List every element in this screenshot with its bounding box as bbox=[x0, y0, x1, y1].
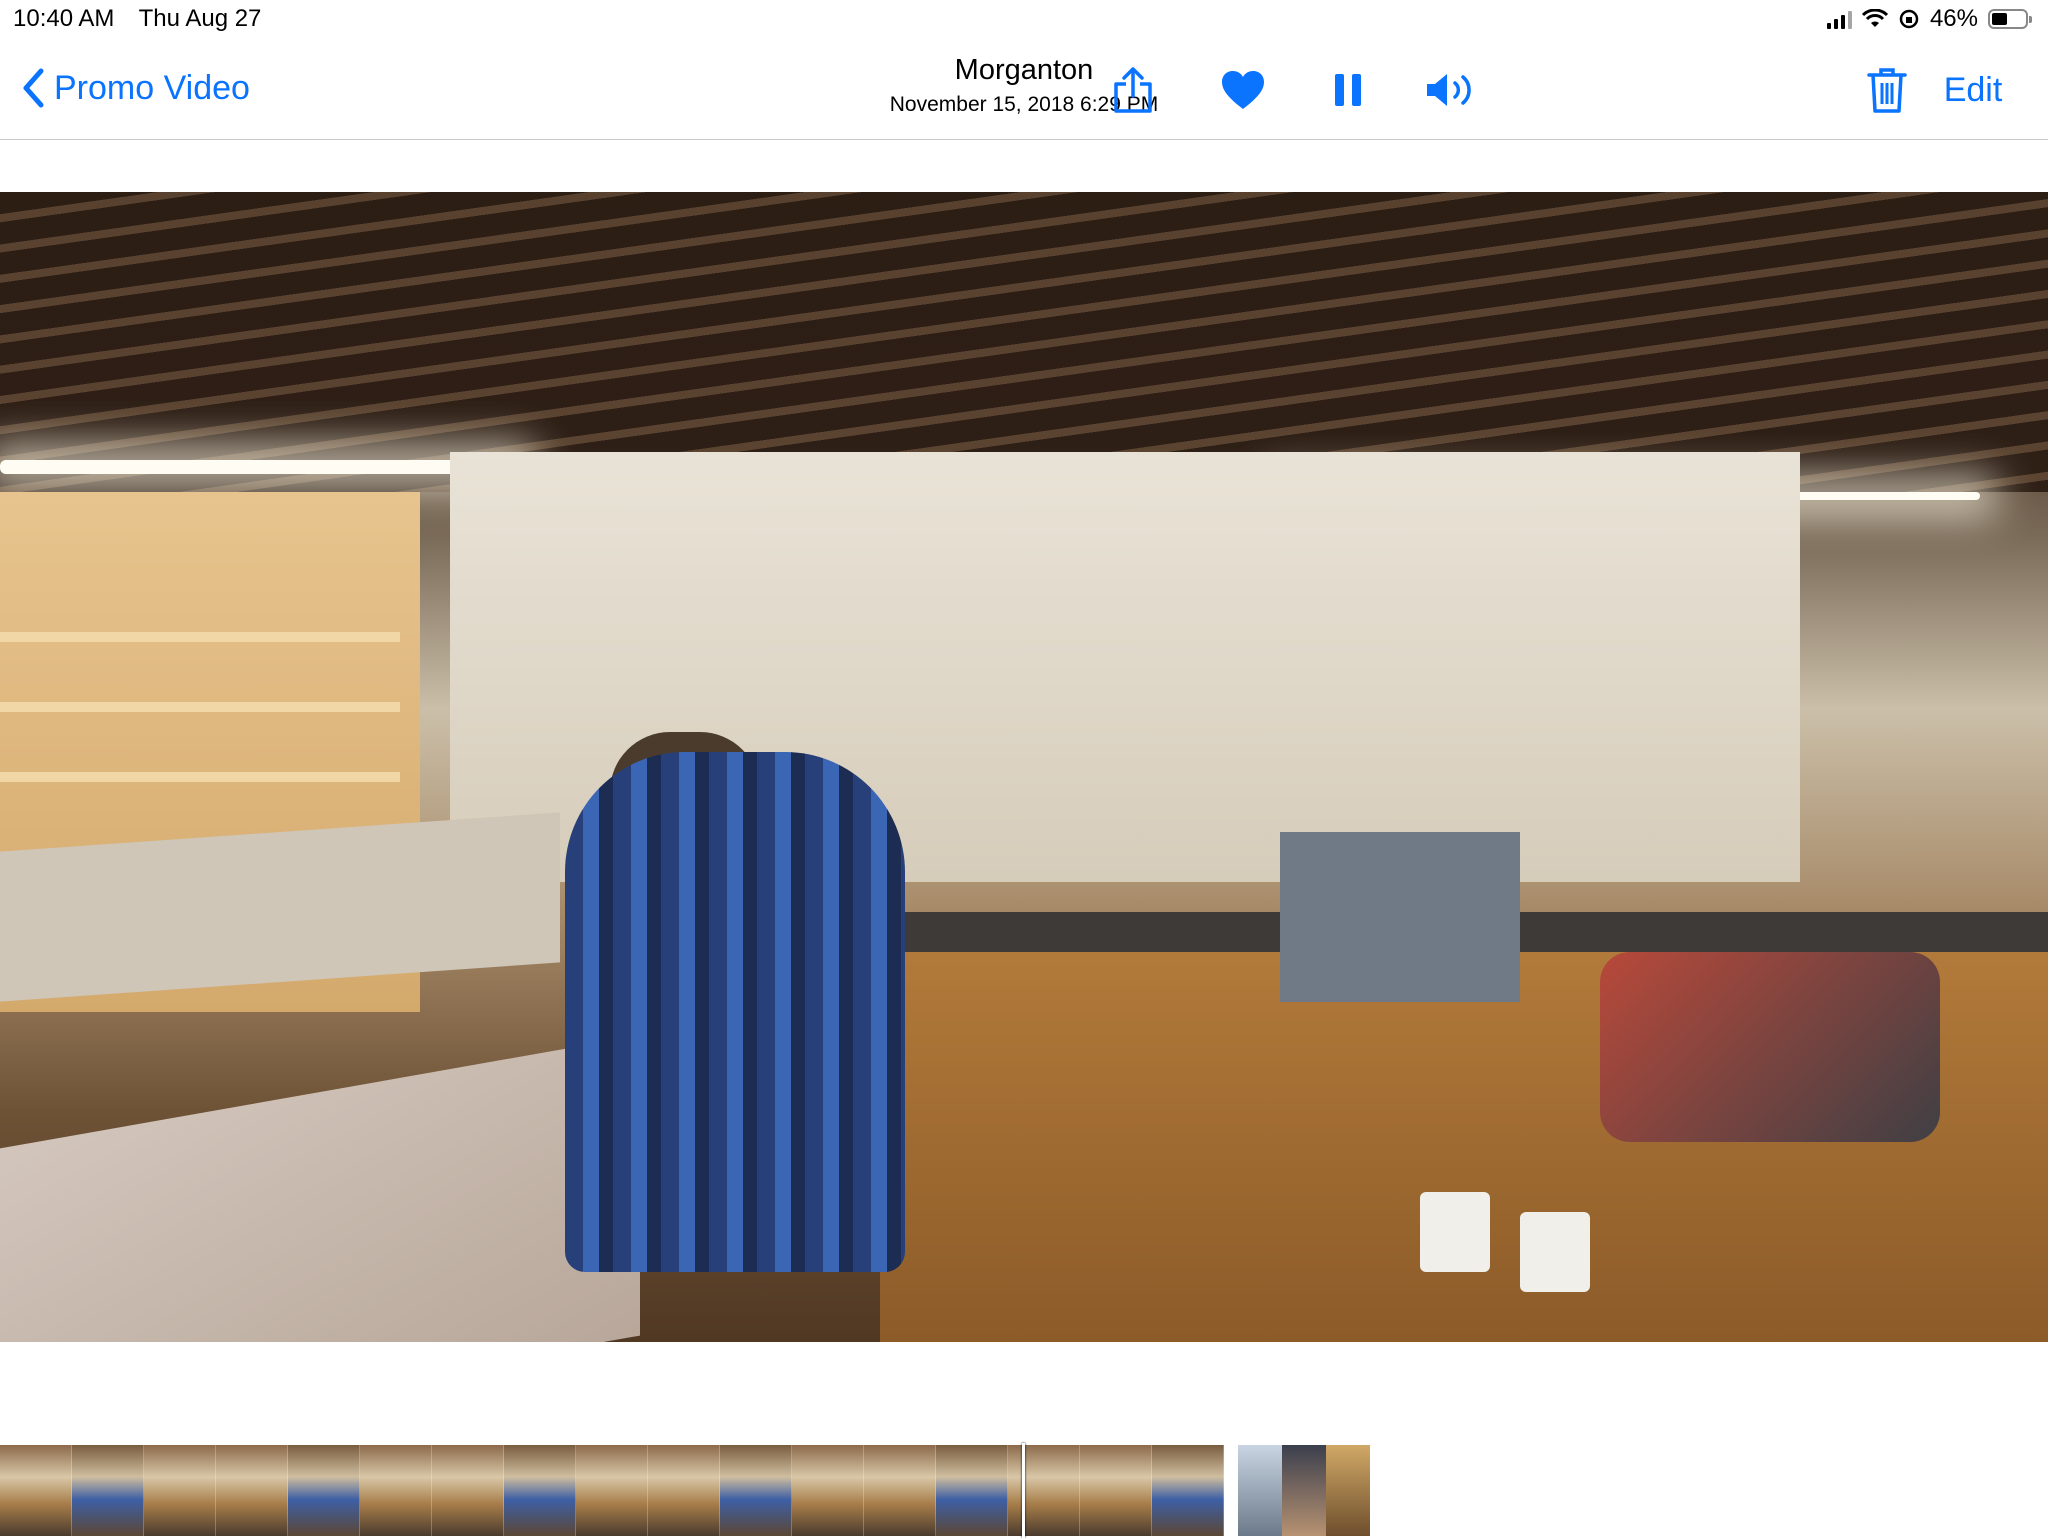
volume-button[interactable] bbox=[1423, 62, 1483, 118]
thumbnail[interactable] bbox=[1282, 1445, 1326, 1536]
page-title: Morganton bbox=[954, 54, 1094, 86]
page-subtitle: November 15, 2018 6:29 PM bbox=[889, 93, 1159, 116]
filmstrip-frame[interactable] bbox=[1008, 1445, 1080, 1536]
thumbnail[interactable] bbox=[1326, 1445, 1370, 1536]
bucket bbox=[1520, 1212, 1590, 1292]
shop-light-left bbox=[0, 460, 520, 474]
wifi-icon bbox=[1861, 9, 1888, 27]
status-date: Thu Aug 27 bbox=[138, 5, 262, 32]
front-table bbox=[0, 1035, 640, 1342]
video-frame-workshop[interactable] bbox=[0, 192, 2048, 1342]
router-table bbox=[1280, 832, 1520, 1002]
filmstrip-frame[interactable] bbox=[288, 1445, 360, 1536]
filmstrip-frame[interactable] bbox=[144, 1445, 216, 1536]
status-bar: 10:40 AM Thu Aug 27 46% bbox=[0, 0, 2048, 40]
navigation-bar: Promo Video Morganton November 15, 2018 … bbox=[0, 40, 2048, 140]
speaker-icon bbox=[1427, 74, 1471, 106]
filmstrip-frame[interactable] bbox=[216, 1445, 288, 1536]
edit-button[interactable]: Edit bbox=[1938, 62, 2008, 118]
filmstrip-frame[interactable] bbox=[1152, 1445, 1224, 1536]
filmstrip-frame[interactable] bbox=[792, 1445, 864, 1536]
pause-button[interactable] bbox=[1328, 62, 1368, 118]
filmstrip-frame[interactable] bbox=[1080, 1445, 1152, 1536]
filmstrip-frames[interactable] bbox=[0, 1445, 1224, 1536]
bucket bbox=[1420, 1192, 1490, 1272]
video-scrubber-filmstrip[interactable] bbox=[0, 1443, 2048, 1538]
filmstrip-frame[interactable] bbox=[360, 1445, 432, 1536]
status-time: 10:40 AM bbox=[13, 5, 115, 32]
status-time-date: 10:40 AM Thu Aug 27 bbox=[13, 5, 279, 33]
filmstrip-frame[interactable] bbox=[648, 1445, 720, 1536]
filmstrip-frame[interactable] bbox=[720, 1445, 792, 1536]
filmstrip-other-items[interactable] bbox=[1238, 1445, 1370, 1536]
heart-icon bbox=[1222, 71, 1264, 109]
filmstrip-frame[interactable] bbox=[432, 1445, 504, 1536]
person-in-plaid-shirt bbox=[565, 752, 905, 1272]
playhead[interactable] bbox=[1022, 1443, 1025, 1538]
share-icon bbox=[1114, 67, 1152, 113]
cellular-signal-icon bbox=[1826, 9, 1852, 29]
filmstrip-frame[interactable] bbox=[576, 1445, 648, 1536]
filmstrip-frame[interactable] bbox=[0, 1445, 72, 1536]
battery-percent: 46% bbox=[1929, 5, 1978, 32]
ceiling-joists bbox=[0, 192, 2048, 492]
share-button[interactable] bbox=[1108, 62, 1158, 118]
thumbnail[interactable] bbox=[1238, 1445, 1282, 1536]
rotation-lock-icon bbox=[1899, 9, 1919, 29]
filmstrip-frame[interactable] bbox=[864, 1445, 936, 1536]
filmstrip-frame[interactable] bbox=[504, 1445, 576, 1536]
nav-title-group: Morganton November 15, 2018 6:29 PM bbox=[0, 54, 2048, 117]
pause-icon bbox=[1335, 74, 1361, 106]
status-indicators: 46% bbox=[1826, 5, 2032, 33]
jacket-on-counter bbox=[1600, 952, 1940, 1142]
filmstrip-frame[interactable] bbox=[936, 1445, 1008, 1536]
delete-button[interactable] bbox=[1862, 62, 1912, 118]
favorite-button[interactable] bbox=[1218, 62, 1268, 118]
trash-icon bbox=[1867, 68, 1907, 113]
filmstrip-frame[interactable] bbox=[72, 1445, 144, 1536]
battery-icon bbox=[1988, 9, 2032, 29]
